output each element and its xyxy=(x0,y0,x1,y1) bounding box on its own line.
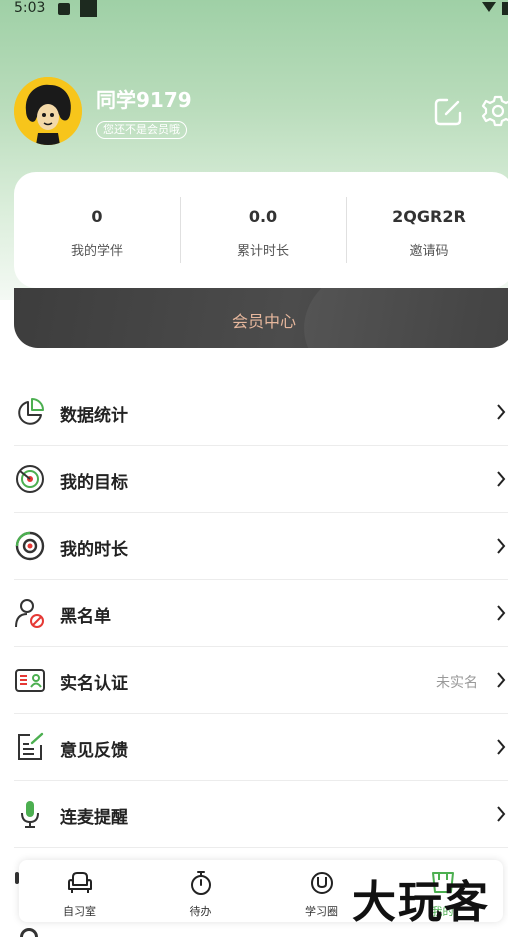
status-time: 5:03 xyxy=(14,0,46,16)
avatar[interactable] xyxy=(14,77,82,145)
notification-icon xyxy=(58,3,70,15)
watermark: 大玩客 xyxy=(352,877,490,928)
circle-icon xyxy=(311,872,333,894)
menu-item-my-goals[interactable]: 我的目标 xyxy=(14,446,508,513)
menu-label: 数据统计 xyxy=(60,406,128,426)
member-center-label: 会员中心 xyxy=(231,312,296,331)
stat-label: 累计时长 xyxy=(236,244,289,259)
edit-icon xyxy=(434,98,462,126)
record-icon xyxy=(15,531,45,561)
gear-icon xyxy=(481,95,508,127)
stats-card: 0 我的学伴 0.0 累计时长 2QGR2R 邀请码 xyxy=(14,172,508,288)
pie-chart-icon xyxy=(18,398,44,425)
menu-label: 实名认证 xyxy=(60,674,128,694)
menu-label: 黑名单 xyxy=(60,607,111,627)
user-blocked-icon xyxy=(15,599,44,628)
menu-item-real-name-verification[interactable]: 实名认证 未实名 xyxy=(14,647,508,714)
stat-value: 0.0 xyxy=(248,207,278,226)
status-bar: 5:03 xyxy=(0,0,508,20)
microphone-icon xyxy=(21,801,39,828)
menu-item-feedback[interactable]: 意见反馈 xyxy=(14,714,508,781)
menu-label: 我的时长 xyxy=(60,540,128,560)
menu-item-data-statistics[interactable]: 数据统计 xyxy=(14,379,508,446)
chevron-right-icon xyxy=(497,672,506,688)
chevron-right-icon xyxy=(497,404,506,420)
membership-badge[interactable]: 您还不是会员哦 xyxy=(96,121,187,139)
member-center-button[interactable]: 会员中心 xyxy=(14,288,508,348)
chevron-right-icon xyxy=(497,471,506,487)
feedback-edit-icon xyxy=(18,732,44,760)
stat-label: 我的学伴 xyxy=(70,244,123,259)
stat-invite-code[interactable]: 2QGR2R 邀请码 xyxy=(346,172,508,288)
chevron-right-icon xyxy=(497,806,506,822)
menu-item-blacklist[interactable]: 黑名单 xyxy=(14,580,508,647)
tab-label: 自习室 xyxy=(63,905,96,918)
tab-todo[interactable]: 待办 xyxy=(140,860,261,922)
stopwatch-icon xyxy=(191,871,211,895)
menu-label: 连麦提醒 xyxy=(60,808,128,828)
partial-icon xyxy=(20,928,38,937)
target-icon xyxy=(16,465,44,493)
tab-study-room[interactable]: 自习室 xyxy=(19,860,140,922)
stat-total-duration[interactable]: 0.0 累计时长 xyxy=(180,172,346,288)
chevron-right-icon xyxy=(497,739,506,755)
avatar-cartoon-icon xyxy=(14,77,82,145)
stat-value: 0 xyxy=(91,207,103,226)
settings-button[interactable] xyxy=(481,94,508,128)
chevron-right-icon xyxy=(497,538,506,554)
stat-study-buddies[interactable]: 0 我的学伴 xyxy=(14,172,180,288)
chevron-right-icon xyxy=(497,605,506,621)
menu-item-mic-reminder[interactable]: 连麦提醒 xyxy=(14,781,508,848)
username: 同学9179 xyxy=(96,88,192,112)
stat-value: 2QGR2R xyxy=(392,207,466,226)
verification-status: 未实名 xyxy=(436,675,478,691)
sim-icon xyxy=(80,0,97,17)
wifi-icon xyxy=(482,2,496,12)
id-card-icon xyxy=(15,669,45,692)
menu-item-my-duration[interactable]: 我的时长 xyxy=(14,513,508,580)
tab-label: 待办 xyxy=(189,905,212,918)
menu-label: 意见反馈 xyxy=(60,741,128,761)
stat-label: 邀请码 xyxy=(409,244,449,259)
battery-icon xyxy=(502,2,508,15)
menu-label: 我的目标 xyxy=(60,473,128,493)
sofa-icon xyxy=(68,872,92,893)
edit-profile-button[interactable] xyxy=(433,97,463,127)
